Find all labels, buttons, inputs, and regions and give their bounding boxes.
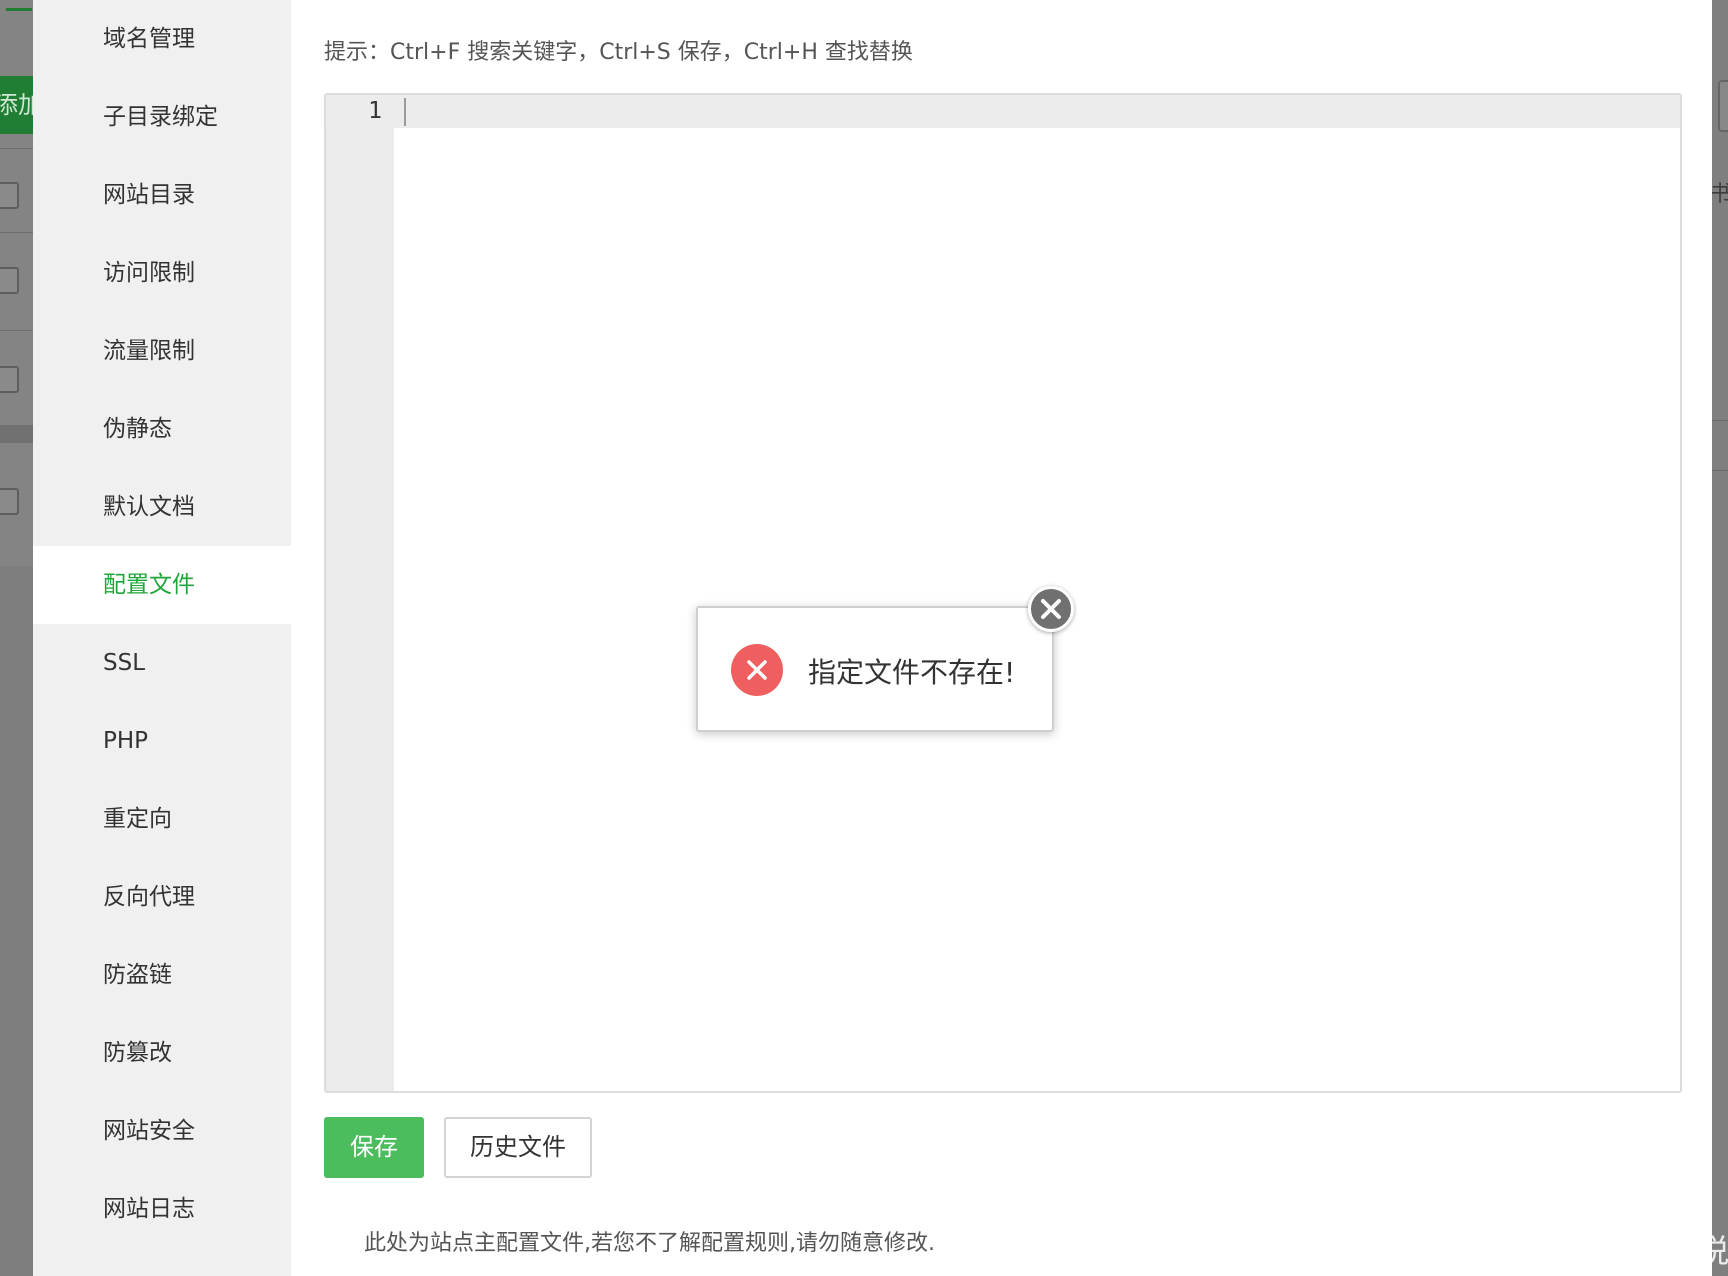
sidebar-item-default-doc[interactable]: 默认文档: [33, 468, 291, 546]
line-number-gutter: [326, 95, 394, 1091]
sidebar-item-site-dir[interactable]: 网站目录: [33, 156, 291, 234]
sidebar-item-access-limit[interactable]: 访问限制: [33, 234, 291, 312]
sidebar-item-rewrite[interactable]: 伪静态: [33, 390, 291, 468]
background-right-control: [1718, 80, 1728, 132]
text-cursor: [404, 98, 406, 126]
error-x-icon: [731, 644, 783, 696]
background-row-divider: [0, 148, 33, 149]
sidebar-item-traffic-limit[interactable]: 流量限制: [33, 312, 291, 390]
history-file-button[interactable]: 历史文件: [444, 1117, 592, 1178]
background-checkbox: [0, 182, 19, 209]
background-checkbox: [0, 366, 19, 393]
error-toast: 指定文件不存在!: [696, 606, 1054, 732]
background-right-text: 书: [1710, 182, 1728, 207]
background-page-left: 添加: [0, 0, 33, 1276]
background-checkbox: [0, 488, 19, 515]
close-icon[interactable]: [1028, 586, 1074, 632]
watermark: CSDN @少湖说: [1500, 1232, 1728, 1270]
background-strip: [0, 425, 33, 443]
background-row-divider: [0, 330, 33, 331]
sidebar-item-php[interactable]: PHP: [33, 702, 291, 780]
sidebar-item-ssl[interactable]: SSL: [33, 624, 291, 702]
config-warning-note: 此处为站点主配置文件,若您不了解配置规则,请勿随意修改.: [364, 1231, 935, 1256]
sidebar-item-redirect[interactable]: 重定向: [33, 780, 291, 858]
sidebar-item-tamper-proof[interactable]: 防篡改: [33, 1014, 291, 1092]
background-row-divider: [1712, 470, 1728, 471]
sidebar-item-subdir-bind[interactable]: 子目录绑定: [33, 78, 291, 156]
sidebar-item-site-security[interactable]: 网站安全: [33, 1092, 291, 1170]
background-tab-indicator: [6, 8, 32, 11]
code-editor[interactable]: 1: [324, 93, 1682, 1093]
line-number: 1: [368, 98, 382, 124]
background-checkbox: [0, 267, 19, 294]
sidebar-item-config-file[interactable]: 配置文件: [33, 546, 291, 624]
sidebar-item-reverse-proxy[interactable]: 反向代理: [33, 858, 291, 936]
background-add-button: 添加: [0, 76, 33, 134]
settings-sidebar: 域名管理 子目录绑定 网站目录 访问限制 流量限制 伪静态 默认文档 配置文件 …: [33, 0, 291, 1276]
shortcut-tip: 提示：Ctrl+F 搜索关键字，Ctrl+S 保存，Ctrl+H 查找替换: [324, 40, 913, 65]
sidebar-item-site-log[interactable]: 网站日志: [33, 1170, 291, 1248]
active-line-highlight: [326, 95, 1680, 128]
sidebar-item-domain[interactable]: 域名管理: [33, 0, 291, 78]
sidebar-item-hotlink[interactable]: 防盗链: [33, 936, 291, 1014]
background-row-divider: [1712, 420, 1728, 421]
toast-message: 指定文件不存在!: [808, 656, 1016, 689]
background-lower-area: [0, 566, 33, 1276]
background-row-divider: [0, 232, 33, 233]
save-button[interactable]: 保存: [324, 1117, 424, 1178]
